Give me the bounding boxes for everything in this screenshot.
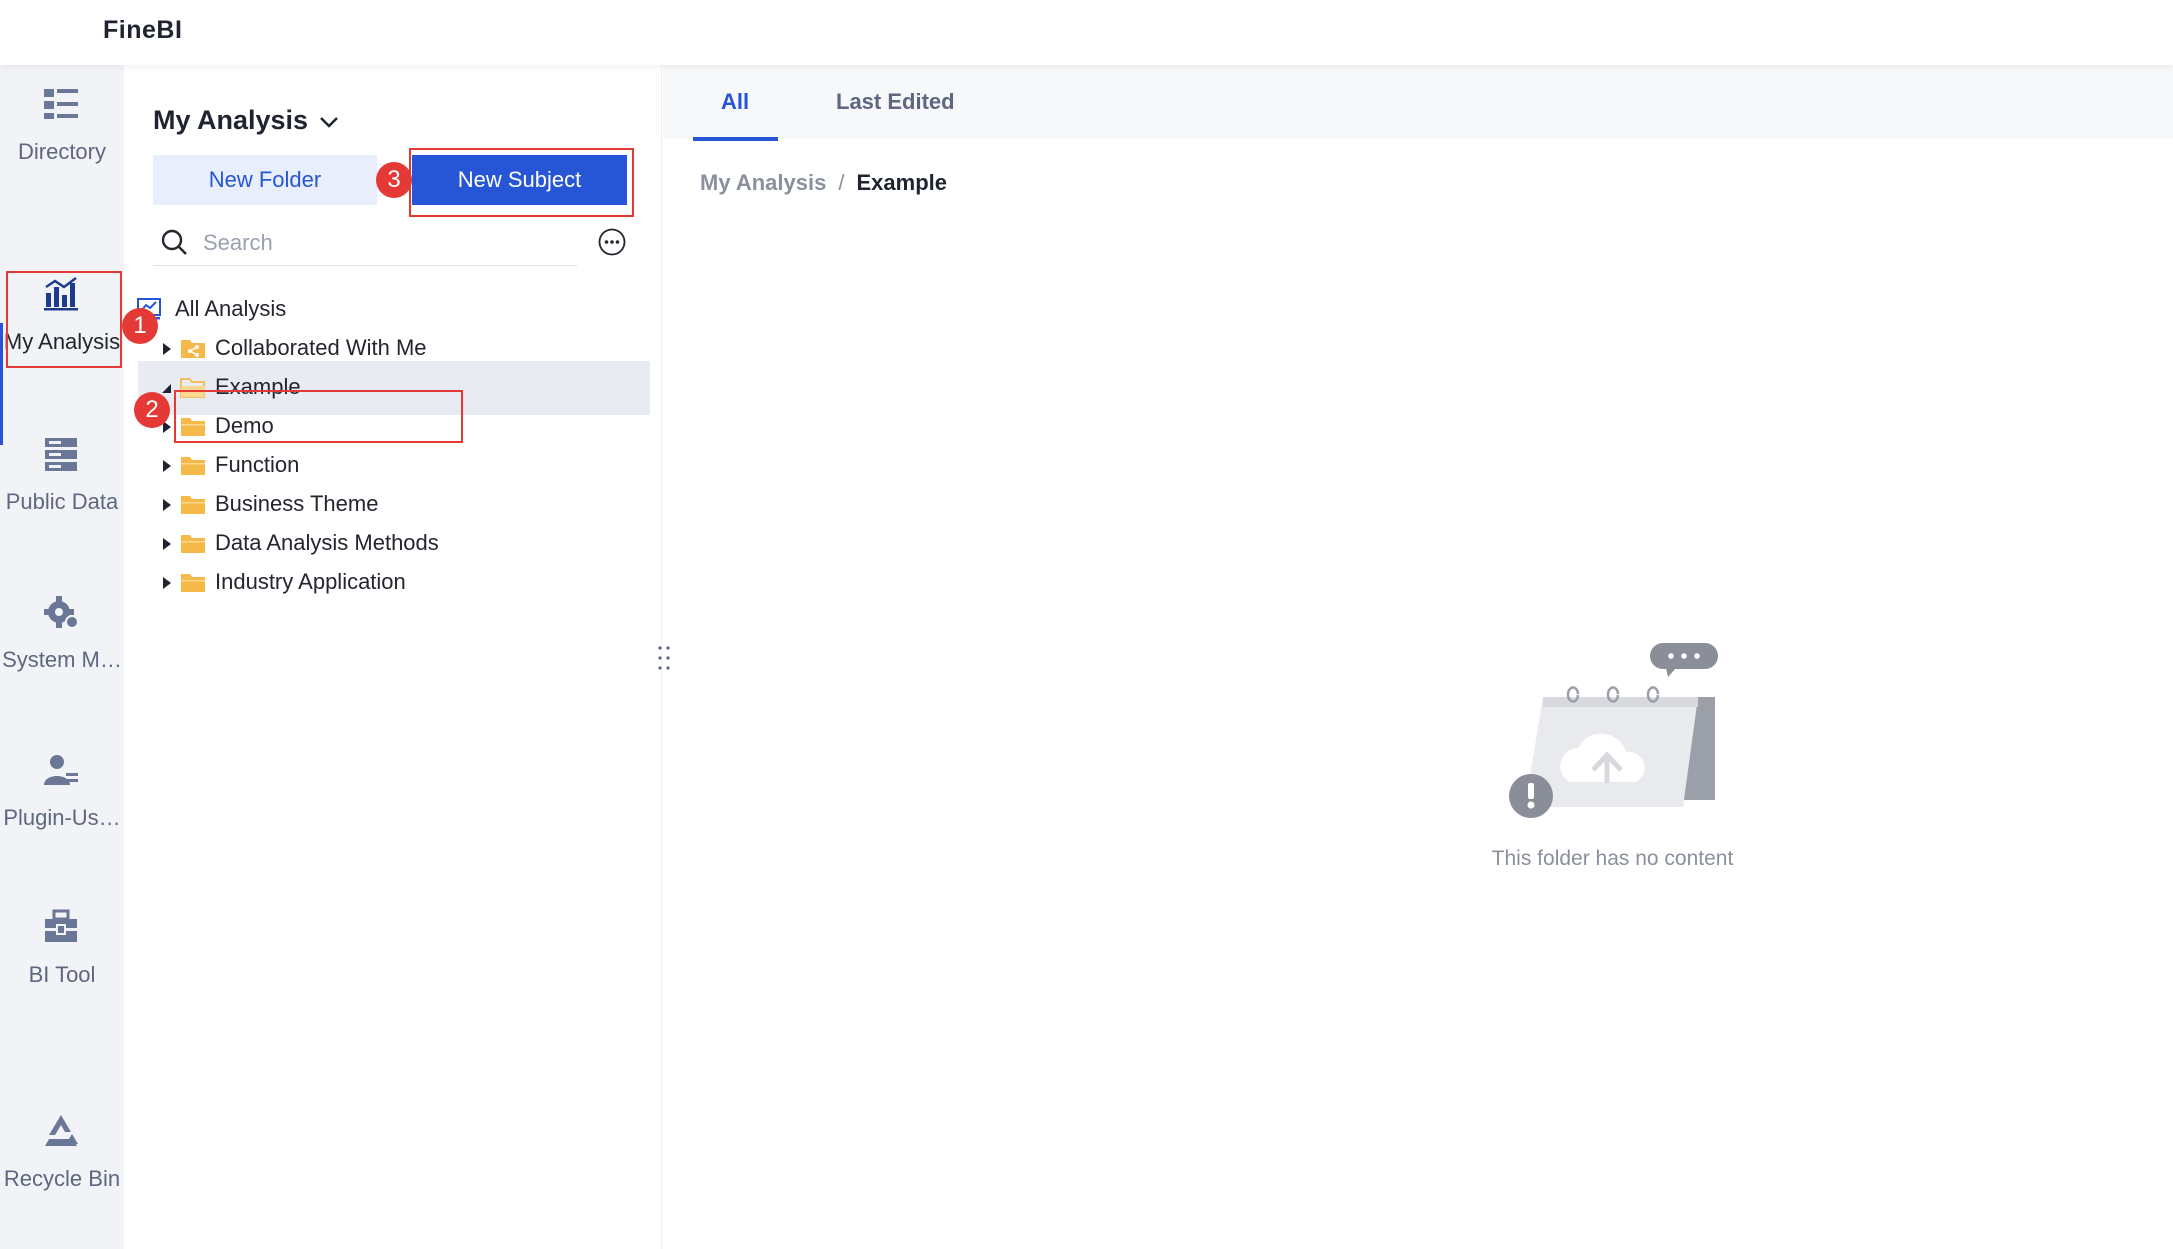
nav-label-system-management: System M…	[0, 647, 124, 673]
top-bar: FineBI	[0, 0, 2173, 65]
new-folder-button[interactable]: New Folder	[153, 155, 377, 205]
toolbox-icon	[42, 908, 80, 946]
caret-right-icon[interactable]	[158, 535, 176, 553]
nav-item-public-data[interactable]: Public Data	[0, 435, 124, 555]
resize-handle-icon[interactable]	[654, 643, 674, 673]
folder-icon	[180, 569, 206, 595]
search-input[interactable]	[203, 226, 563, 260]
caret-right-icon[interactable]	[158, 574, 176, 592]
tab-all[interactable]: All	[721, 89, 749, 115]
annotation-box-1	[6, 271, 122, 368]
tree-label: Data Analysis Methods	[215, 530, 439, 556]
analysis-panel: My Analysis New Folder New Subject All A…	[124, 65, 662, 1249]
nav-label-bi-tool: BI Tool	[0, 962, 124, 988]
more-options-icon[interactable]	[597, 227, 627, 257]
search-icon	[160, 228, 188, 256]
nav-label-recycle-bin: Recycle Bin	[0, 1166, 124, 1192]
tree-label: Business Theme	[215, 491, 378, 517]
tree-label: Collaborated With Me	[215, 335, 427, 361]
nav-item-system-management[interactable]: System M…	[0, 593, 124, 713]
breadcrumb-separator: /	[838, 170, 844, 195]
empty-folder-illustration	[1500, 640, 1730, 820]
chevron-down-icon[interactable]	[316, 109, 342, 135]
panel-title[interactable]: My Analysis	[153, 105, 308, 136]
tree-label: All Analysis	[175, 296, 286, 322]
search-box	[153, 222, 577, 266]
annotation-badge-3: 3	[376, 162, 412, 198]
tab-last-edited[interactable]: Last Edited	[836, 89, 955, 115]
shared-folder-icon	[180, 335, 206, 361]
directory-icon	[42, 85, 80, 123]
caret-right-icon[interactable]	[158, 340, 176, 358]
nav-item-plugin-users[interactable]: Plugin-Us…	[0, 751, 124, 871]
breadcrumb: My Analysis / Example	[700, 170, 947, 196]
left-nav: Directory My Analysis Public Data System…	[0, 65, 124, 1249]
tab-active-underline	[693, 137, 778, 141]
nav-label-plugin-users: Plugin-Us…	[0, 805, 124, 831]
caret-right-icon[interactable]	[158, 457, 176, 475]
app-brand: FineBI	[103, 16, 182, 45]
folder-icon	[180, 452, 206, 478]
nav-item-recycle-bin[interactable]: Recycle Bin	[0, 1112, 124, 1232]
annotation-box-2	[174, 390, 463, 443]
empty-state-message: This folder has no content	[1450, 847, 1775, 871]
user-icon	[42, 751, 80, 789]
gear-icon	[42, 593, 80, 631]
nav-label-directory: Directory	[0, 139, 124, 165]
annotation-box-3	[409, 148, 634, 217]
nav-item-directory[interactable]: Directory	[0, 85, 124, 205]
annotation-badge-1: 1	[122, 308, 158, 344]
tree-label: Function	[215, 452, 299, 478]
tab-bar: All Last Edited	[663, 65, 2173, 139]
folder-icon	[180, 491, 206, 517]
annotation-badge-2: 2	[134, 392, 170, 428]
caret-right-icon[interactable]	[158, 496, 176, 514]
database-icon	[42, 435, 80, 473]
nav-label-public-data: Public Data	[0, 489, 124, 515]
folder-icon	[180, 530, 206, 556]
breadcrumb-root[interactable]: My Analysis	[700, 170, 826, 195]
nav-item-bi-tool[interactable]: BI Tool	[0, 908, 124, 1028]
tree-label: Industry Application	[215, 569, 406, 595]
breadcrumb-current: Example	[856, 170, 947, 195]
recycle-icon	[42, 1112, 80, 1150]
tree-item-industry-application[interactable]: Industry Application	[138, 556, 650, 610]
